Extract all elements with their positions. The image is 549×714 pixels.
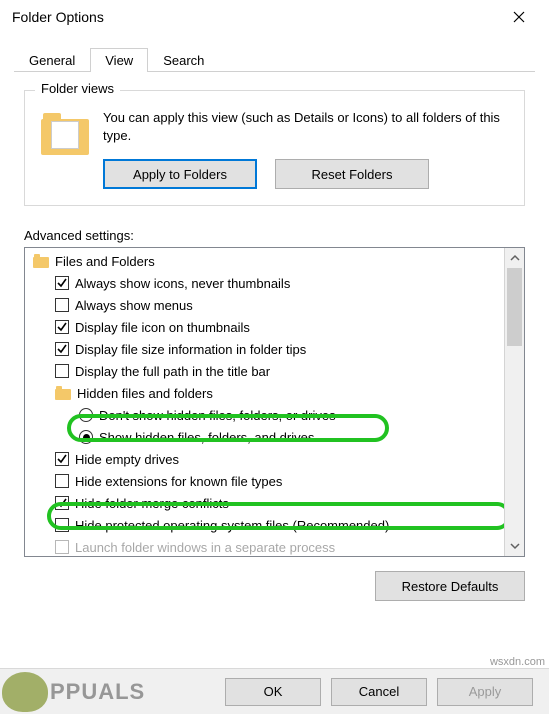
folder-views-description: You can apply this view (such as Details… (103, 109, 508, 145)
radio-icon[interactable] (79, 430, 93, 444)
chevron-up-icon (510, 253, 520, 263)
advanced-settings-tree[interactable]: Files and Folders Always show icons, nev… (25, 248, 504, 556)
folder-icon (55, 386, 71, 400)
checkbox-icon[interactable] (55, 540, 69, 554)
ok-button[interactable]: OK (225, 678, 321, 706)
advanced-settings-label: Advanced settings: (24, 228, 525, 243)
tab-search[interactable]: Search (148, 48, 219, 72)
checkbox-icon[interactable] (55, 320, 69, 334)
tree-item[interactable]: Always show icons, never thumbnails (29, 272, 504, 294)
reset-folders-button[interactable]: Reset Folders (275, 159, 429, 189)
checkbox-icon[interactable] (55, 298, 69, 312)
scroll-down-button[interactable] (505, 536, 524, 556)
scroll-track[interactable] (505, 268, 524, 536)
tree-root: Files and Folders (29, 250, 504, 272)
window-title: Folder Options (12, 9, 497, 25)
folder-views-title: Folder views (35, 81, 120, 96)
tree-item[interactable]: Display file icon on thumbnails (29, 316, 504, 338)
checkbox-icon[interactable] (55, 496, 69, 510)
tab-view[interactable]: View (90, 48, 148, 72)
scroll-up-button[interactable] (505, 248, 524, 268)
tab-general[interactable]: General (14, 48, 90, 72)
checkbox-icon[interactable] (55, 342, 69, 356)
tree-item-hide-protected-os-files[interactable]: Hide protected operating system files (R… (29, 514, 504, 536)
source-watermark-text: wsxdn.com (490, 656, 545, 668)
tree-item[interactable]: Hide folder merge conflicts (29, 492, 504, 514)
apply-button[interactable]: Apply (437, 678, 533, 706)
tree-item[interactable]: Hide empty drives (29, 448, 504, 470)
advanced-settings-listbox: Files and Folders Always show icons, nev… (24, 247, 525, 557)
checkbox-icon[interactable] (55, 364, 69, 378)
cancel-button[interactable]: Cancel (331, 678, 427, 706)
tab-content: Folder views You can apply this view (su… (0, 72, 549, 601)
checkbox-icon[interactable] (55, 474, 69, 488)
tree-item[interactable]: Always show menus (29, 294, 504, 316)
titlebar: Folder Options (0, 0, 549, 34)
tab-bar: General View Search (0, 44, 549, 72)
close-icon (513, 11, 525, 23)
checkbox-icon[interactable] (55, 276, 69, 290)
dialog-button-bar: OK Cancel Apply (0, 668, 549, 714)
tree-item[interactable]: Launch folder windows in a separate proc… (29, 536, 504, 556)
folder-icon (41, 113, 89, 157)
chevron-down-icon (510, 541, 520, 551)
folder-views-group: Folder views You can apply this view (su… (24, 90, 525, 206)
checkbox-icon[interactable] (55, 518, 69, 532)
radio-icon[interactable] (79, 408, 93, 422)
scroll-thumb[interactable] (507, 268, 522, 346)
folder-icon (33, 254, 49, 268)
tree-item[interactable]: Don't show hidden files, folders, or dri… (29, 404, 504, 426)
tree-item[interactable]: Display the full path in the title bar (29, 360, 504, 382)
tree-item[interactable]: Display file size information in folder … (29, 338, 504, 360)
apply-to-folders-button[interactable]: Apply to Folders (103, 159, 257, 189)
vertical-scrollbar[interactable] (504, 248, 524, 556)
checkbox-icon[interactable] (55, 452, 69, 466)
restore-defaults-button[interactable]: Restore Defaults (375, 571, 525, 601)
tree-subfolder: Hidden files and folders (29, 382, 504, 404)
tree-item-show-hidden[interactable]: Show hidden files, folders, and drives (29, 426, 504, 448)
close-button[interactable] (497, 2, 541, 32)
tree-item[interactable]: Hide extensions for known file types (29, 470, 504, 492)
